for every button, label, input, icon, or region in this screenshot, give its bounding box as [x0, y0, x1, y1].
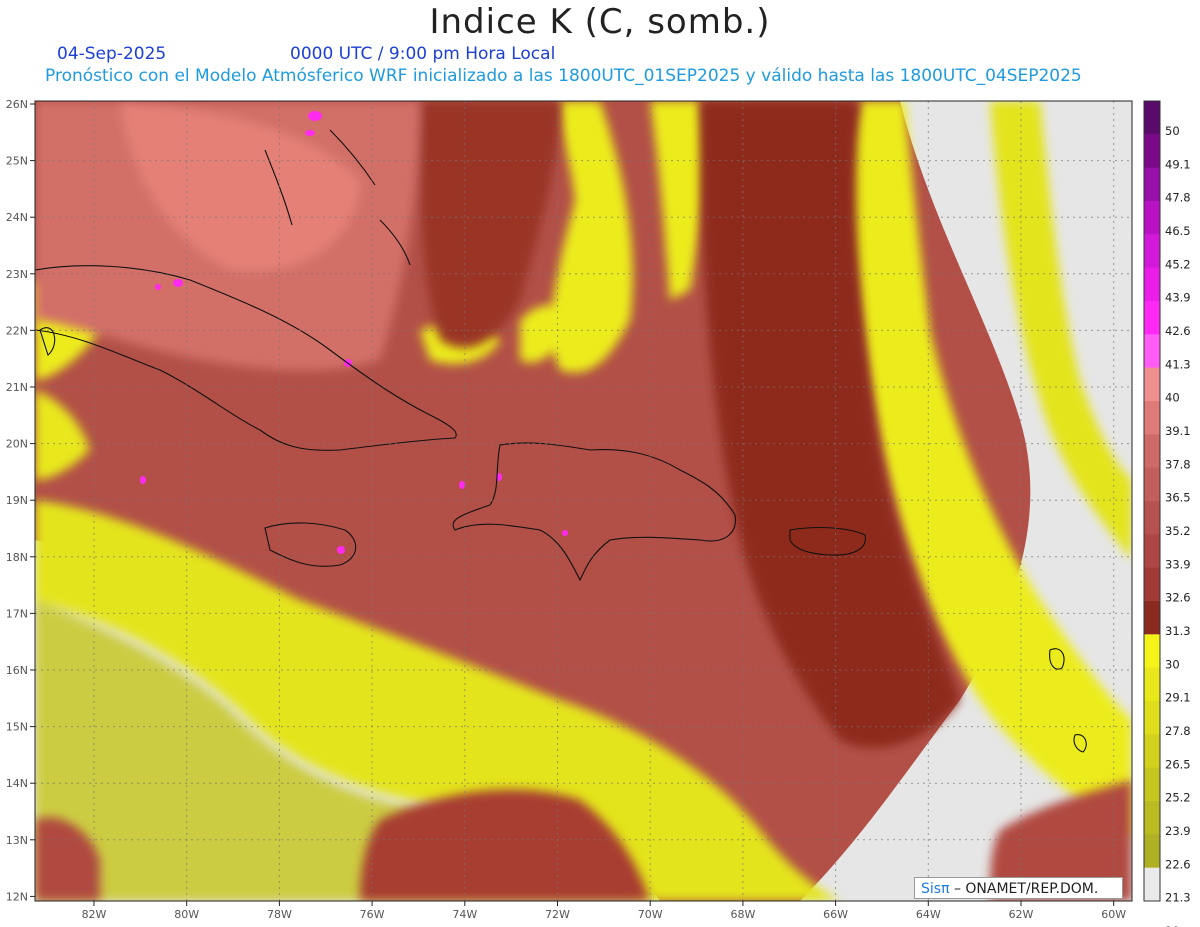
- lon-label-74W: 74W: [452, 908, 477, 921]
- lon-label-70W: 70W: [638, 908, 663, 921]
- lon-label-68W: 68W: [730, 908, 755, 921]
- lat-label-14N: 14N: [6, 777, 28, 790]
- credit-text: – ONAMET/REP.DOM.: [953, 881, 1099, 897]
- lat-label-17N: 17N: [6, 607, 28, 620]
- colorbar-label: 47.8: [1165, 191, 1191, 205]
- sispi-logo: Sisπ: [921, 881, 950, 897]
- colorbar-swatch: [1144, 367, 1160, 402]
- colorbar-label: 43.9: [1165, 291, 1191, 305]
- longitude-labels: 82W 80W 78W 76W 74W 72W 70W 68W 66W 64W 62W 60W: [82, 901, 1126, 921]
- colorbar-label: 21.3: [1165, 891, 1191, 905]
- colorbar-swatch: [1144, 167, 1160, 202]
- colorbar-label: 40: [1165, 391, 1180, 405]
- colorbar-swatch: [1144, 834, 1160, 869]
- colorbar-label: 25.2: [1165, 791, 1191, 805]
- colorbar-label: 39.1: [1165, 424, 1191, 438]
- map-field: [35, 101, 1132, 901]
- lon-label-60W: 60W: [1101, 908, 1126, 921]
- colorbar-swatch: [1144, 201, 1160, 235]
- lon-label-76W: 76W: [360, 908, 385, 921]
- colorbar-swatch: [1144, 401, 1160, 435]
- colorbar-label: 45.2: [1165, 257, 1191, 271]
- lat-label-16N: 16N: [6, 664, 28, 677]
- colorbar-label: 30: [1165, 657, 1180, 671]
- colorbar-swatch: [1144, 801, 1160, 835]
- lon-label-78W: 78W: [267, 908, 292, 921]
- lon-label-62W: 62W: [1009, 908, 1034, 921]
- colorbar-label: 42.6: [1165, 324, 1191, 338]
- colorbar-label: 36.5: [1165, 491, 1191, 505]
- colorbar-swatch: [1144, 601, 1160, 635]
- colorbar-swatch: [1144, 567, 1160, 602]
- lon-label-80W: 80W: [174, 908, 199, 921]
- colorbar-label: 22.6: [1165, 857, 1191, 871]
- colorbar-label: 26.5: [1165, 757, 1191, 771]
- colorbar-swatch: [1144, 634, 1160, 669]
- colorbar-swatch: [1144, 101, 1160, 135]
- colorbar-label: 31.3: [1165, 624, 1191, 638]
- lat-label-26N: 26N: [6, 98, 28, 111]
- colorbar-label: 27.8: [1165, 724, 1191, 738]
- lat-label-20N: 20N: [6, 438, 28, 451]
- colorbar-swatch: [1144, 667, 1160, 702]
- colorbar-swatch: [1144, 734, 1160, 769]
- colorbar: 50 49.1 47.8 46.5 45.2 43.9 42.6 41.3 40 39.1 37.8…: [1143, 100, 1191, 927]
- lat-label-13N: 13N: [6, 834, 28, 847]
- colorbar-swatch: [1144, 334, 1160, 369]
- colorbar-swatch: [1144, 501, 1160, 535]
- lat-label-23N: 23N: [6, 268, 28, 281]
- colorbar-label: 32.6: [1165, 591, 1191, 605]
- lat-label-24N: 24N: [6, 211, 28, 224]
- colorbar-swatch: [1144, 867, 1160, 902]
- colorbar-swatch: [1144, 301, 1160, 335]
- colorbar-swatch: [1144, 534, 1160, 569]
- latitude-labels: 26N 25N 24N 23N 22N 21N 20N 19N 18N 17N 16N 15N 14N 1…: [6, 98, 35, 903]
- lat-label-19N: 19N: [6, 494, 28, 507]
- lat-label-21N: 21N: [6, 381, 28, 394]
- colorbar-swatch: [1144, 234, 1160, 269]
- colorbar-swatch: [1144, 767, 1160, 802]
- lat-label-22N: 22N: [6, 324, 28, 337]
- colorbar-label: 35.2: [1165, 524, 1191, 538]
- credit-box: Sisπ – ONAMET/REP.DOM.: [914, 877, 1123, 899]
- lon-label-72W: 72W: [545, 908, 570, 921]
- colorbar-label: 33.9: [1165, 557, 1191, 571]
- colorbar-label: 49.1: [1165, 157, 1191, 171]
- colorbar-label: 50: [1165, 124, 1180, 138]
- lat-label-15N: 15N: [6, 721, 28, 734]
- colorbar-label: 23.9: [1165, 824, 1191, 838]
- lat-label-12N: 12N: [6, 890, 28, 903]
- lon-label-82W: 82W: [82, 908, 107, 921]
- lon-label-64W: 64W: [916, 908, 941, 921]
- lat-label-18N: 18N: [6, 551, 28, 564]
- colorbar-swatch: [1144, 134, 1160, 169]
- lat-label-25N: 25N: [6, 155, 28, 168]
- colorbar-label: 29.1: [1165, 691, 1191, 705]
- colorbar-swatch: [1144, 434, 1160, 469]
- colorbar-label: 41.3: [1165, 357, 1191, 371]
- colorbar-label: 46.5: [1165, 224, 1191, 238]
- colorbar-swatch: [1144, 267, 1160, 302]
- k-index-map: 26N 25N 24N 23N 22N 21N 20N 19N 18N 17N 16N 15N 14N 1…: [6, 98, 1191, 927]
- colorbar-label: 37.8: [1165, 457, 1191, 471]
- lon-label-66W: 66W: [823, 908, 848, 921]
- colorbar-swatch: [1144, 467, 1160, 502]
- colorbar-swatch: [1144, 701, 1160, 735]
